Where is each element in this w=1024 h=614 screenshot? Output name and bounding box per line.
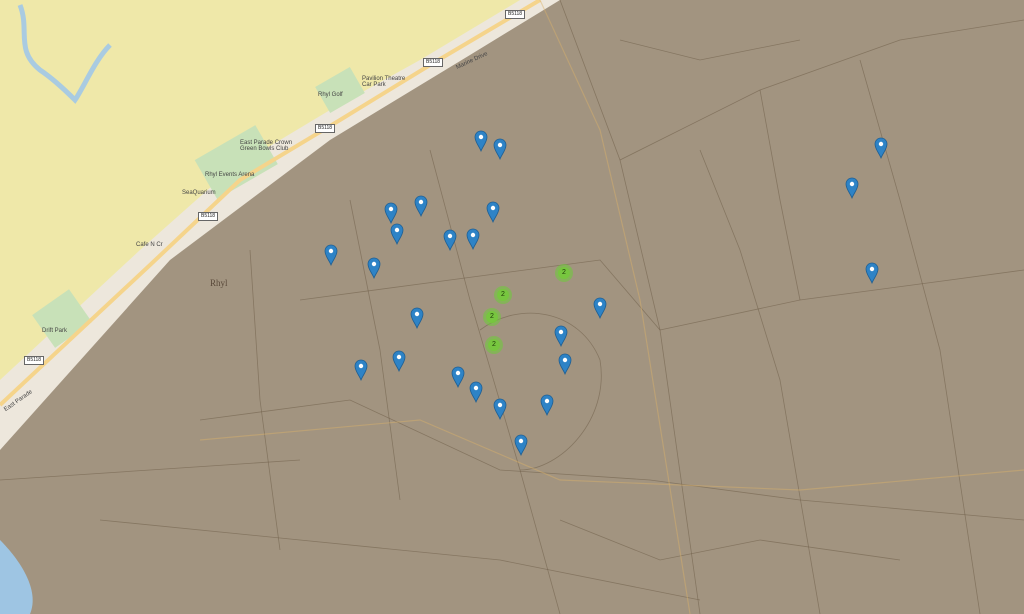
place-label: Rhyl Events Arena (205, 172, 255, 178)
map-pin-icon (451, 366, 465, 389)
map-pin-icon (554, 325, 568, 348)
map-pin-icon (469, 381, 483, 404)
map-marker-pin[interactable] (493, 138, 507, 161)
map-pin-icon (384, 202, 398, 225)
map-pin-icon (443, 229, 457, 252)
map-marker-pin[interactable] (469, 381, 483, 404)
town-label: Rhyl (210, 278, 228, 288)
road-badge: B5118 (423, 58, 444, 67)
cluster-count: 2 (497, 289, 509, 301)
map-pin-icon (486, 201, 500, 224)
map-pin-icon (367, 257, 381, 280)
marker-cluster[interactable]: 2 (485, 336, 503, 354)
map-pin-icon (874, 137, 888, 160)
cluster-count: 2 (486, 311, 498, 323)
place-label: Rhyl Golf (318, 92, 343, 98)
map-marker-pin[interactable] (443, 229, 457, 252)
road-badge: B5118 (198, 212, 219, 221)
map-marker-pin[interactable] (451, 366, 465, 389)
map-marker-pin[interactable] (554, 325, 568, 348)
cluster-count: 2 (488, 339, 500, 351)
map-marker-pin[interactable] (384, 202, 398, 225)
map-marker-pin[interactable] (474, 130, 488, 153)
map-pin-icon (514, 434, 528, 457)
road-badge: B5118 (505, 10, 526, 19)
road-badge: B5118 (315, 124, 336, 133)
marker-cluster[interactable]: 2 (555, 264, 573, 282)
map-pin-icon (558, 353, 572, 376)
place-label: SeaQuarium (182, 190, 216, 196)
map-pin-icon (392, 350, 406, 373)
marker-cluster[interactable]: 2 (483, 308, 501, 326)
map-pin-icon (410, 307, 424, 330)
map-pin-icon (466, 228, 480, 251)
map-marker-pin[interactable] (874, 137, 888, 160)
map-marker-pin[interactable] (367, 257, 381, 280)
map-marker-pin[interactable] (414, 195, 428, 218)
basemap (0, 0, 1024, 614)
cluster-count: 2 (558, 267, 570, 279)
map-marker-pin[interactable] (540, 394, 554, 417)
map-pin-icon (540, 394, 554, 417)
map-pin-icon (493, 398, 507, 421)
map-marker-pin[interactable] (354, 359, 368, 382)
map-marker-pin[interactable] (466, 228, 480, 251)
place-label: East Parade Crown Green Bowls Club (240, 140, 293, 152)
map-marker-pin[interactable] (845, 177, 859, 200)
map-marker-pin[interactable] (324, 244, 338, 267)
map-pin-icon (390, 223, 404, 246)
place-label: Drift Park (42, 328, 68, 334)
map-marker-pin[interactable] (865, 262, 879, 285)
map-marker-pin[interactable] (486, 201, 500, 224)
road-badge: B5118 (24, 356, 45, 365)
map-marker-pin[interactable] (392, 350, 406, 373)
map-marker-pin[interactable] (514, 434, 528, 457)
map-view[interactable]: Rhyl B5118 B5118 B5118 B5118 B5118 Marin… (0, 0, 1024, 614)
map-pin-icon (474, 130, 488, 153)
map-pin-icon (845, 177, 859, 200)
map-pin-icon (593, 297, 607, 320)
map-pin-icon (493, 138, 507, 161)
map-pin-icon (324, 244, 338, 267)
map-marker-pin[interactable] (593, 297, 607, 320)
map-marker-pin[interactable] (410, 307, 424, 330)
map-marker-pin[interactable] (558, 353, 572, 376)
place-label: Pavilion Theatre Car Park (362, 76, 406, 88)
map-marker-pin[interactable] (390, 223, 404, 246)
map-pin-icon (414, 195, 428, 218)
marker-cluster[interactable]: 2 (494, 286, 512, 304)
map-marker-pin[interactable] (493, 398, 507, 421)
map-pin-icon (354, 359, 368, 382)
place-label: Cafe N Cr (136, 242, 163, 248)
map-pin-icon (865, 262, 879, 285)
